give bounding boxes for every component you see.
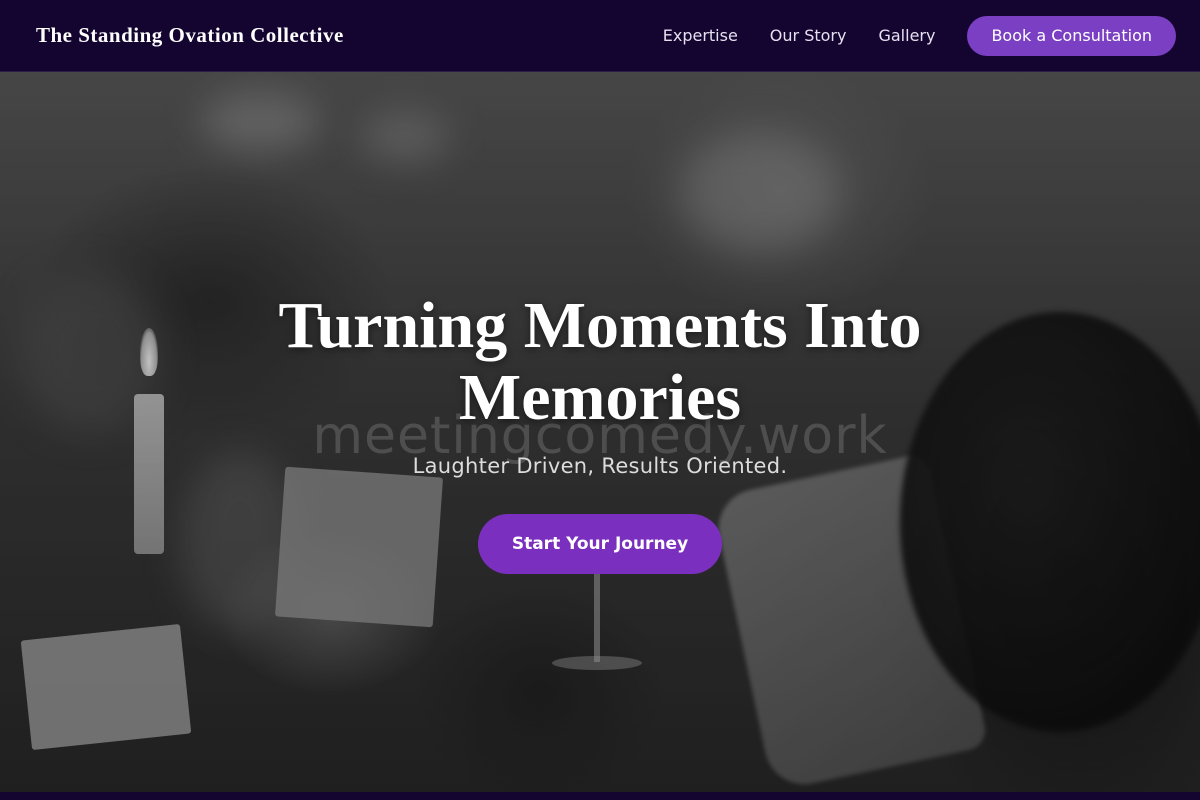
next-section-edge [0, 792, 1200, 800]
nav-link-expertise[interactable]: Expertise [663, 26, 738, 45]
main-nav: Expertise Our Story Gallery Book a Consu… [663, 15, 1176, 56]
hero-title: Turning Moments Into Memories [278, 289, 922, 434]
nav-link-our-story[interactable]: Our Story [770, 26, 847, 45]
brand-logo[interactable]: The Standing Ovation Collective [36, 23, 344, 48]
start-journey-button[interactable]: Start Your Journey [478, 514, 722, 574]
hero-section: meetingcomedy.work Turning Moments Into … [0, 72, 1200, 792]
hero-subtitle: Laughter Driven, Results Oriented. [412, 454, 788, 478]
hero-content: Turning Moments Into Memories Laughter D… [0, 72, 1200, 792]
book-consultation-button[interactable]: Book a Consultation [967, 15, 1176, 56]
nav-link-gallery[interactable]: Gallery [878, 26, 935, 45]
top-navbar: The Standing Ovation Collective Expertis… [0, 0, 1200, 72]
